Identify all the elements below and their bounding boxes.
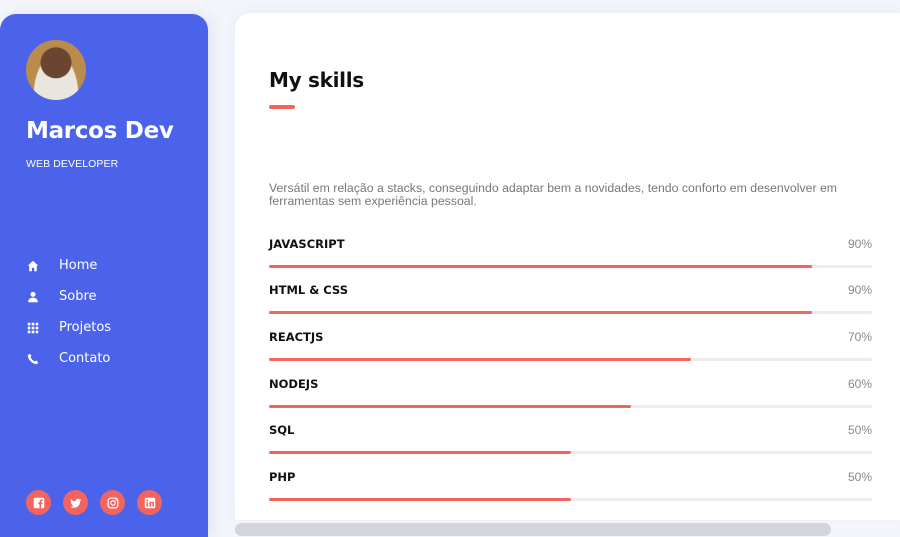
phone-icon [26,352,40,366]
skill-progress-track [269,498,872,501]
scrollbar-thumb[interactable] [235,523,831,536]
skill-name: NODEJS [269,377,319,391]
instagram-link[interactable] [100,490,125,515]
nav-item-label: Contato [59,351,111,366]
skill-item: PHP 50% [269,470,872,510]
home-icon [26,259,40,273]
profile-name: Marcos Dev [26,118,174,144]
skill-name: JAVASCRIPT [269,237,345,251]
linkedin-link[interactable] [137,490,162,515]
nav-item-home[interactable]: Home [26,250,111,281]
skill-progress-fill [269,498,571,501]
skill-item: HTML & CSS 90% [269,283,872,323]
skill-percent: 50% [847,470,872,484]
section-title: My skills [269,68,364,92]
sidebar: Marcos Dev WEB DEVELOPER Home Sobre Proj [0,14,208,537]
skill-progress-fill [269,451,571,454]
nav-item-label: Sobre [59,289,97,304]
facebook-icon [33,497,44,508]
social-links [26,490,174,515]
skill-name: SQL [269,423,295,437]
avatar [26,40,86,100]
facebook-link[interactable] [26,490,51,515]
skill-name: REACTJS [269,330,324,344]
user-icon [26,290,40,304]
nav-item-label: Projetos [59,320,112,335]
skill-item: NODEJS 60% [269,377,872,417]
nav-item-sobre[interactable]: Sobre [26,281,111,312]
skill-name: HTML & CSS [269,283,348,297]
skill-item: JAVASCRIPT 90% [269,237,872,277]
skill-progress-track [269,311,872,314]
profile-role: WEB DEVELOPER [26,158,119,170]
nav-item-label: Home [59,258,98,273]
nav-item-contato[interactable]: Contato [26,343,111,374]
horizontal-scrollbar[interactable] [235,521,900,537]
skill-progress-track [269,358,872,361]
title-underline [269,105,295,109]
skill-progress-fill [269,311,812,314]
linkedin-icon [144,497,155,508]
skill-progress-track [269,405,872,408]
skill-percent: 70% [847,330,872,344]
skill-item: REACTJS 70% [269,330,872,370]
skills-panel: My skills Versátil em relação a stacks, … [235,13,900,520]
grid-icon [26,321,40,335]
skill-progress-track [269,265,872,268]
skill-percent: 50% [847,423,872,437]
nav-menu: Home Sobre Projetos Contato [26,250,111,374]
skill-percent: 90% [847,283,872,297]
twitter-icon [69,498,81,508]
skill-progress-fill [269,405,631,408]
twitter-link[interactable] [63,490,88,515]
skill-name: PHP [269,470,296,484]
skill-progress-fill [269,265,812,268]
skill-progress-fill [269,358,692,361]
skill-percent: 60% [847,377,872,391]
skill-progress-track [269,451,872,454]
section-description: Versátil em relação a stacks, conseguind… [269,181,838,208]
instagram-icon [107,497,118,508]
skill-percent: 90% [847,237,872,251]
skill-item: SQL 50% [269,423,872,463]
nav-item-projetos[interactable]: Projetos [26,312,111,343]
